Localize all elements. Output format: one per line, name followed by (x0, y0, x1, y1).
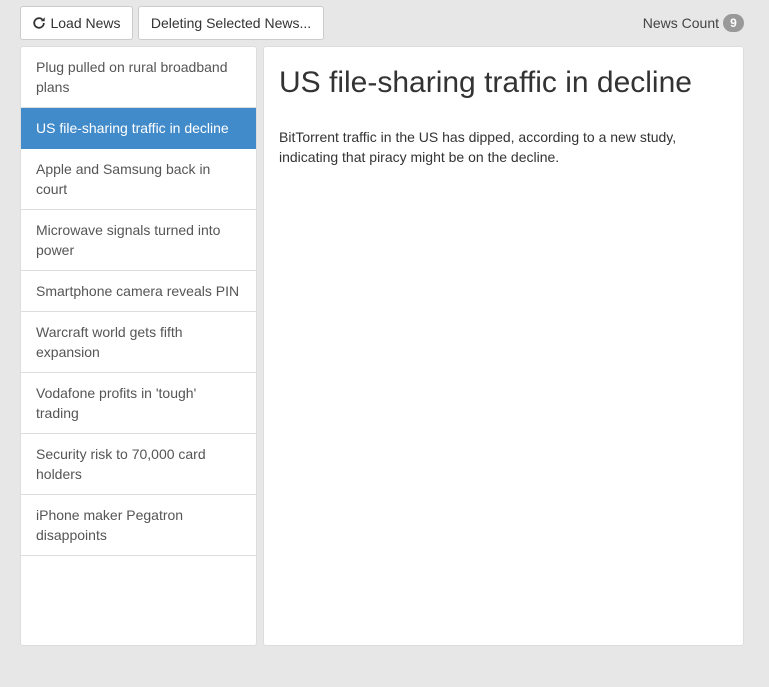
news-list: Plug pulled on rural broadband plans US … (20, 46, 257, 646)
load-news-label: Load News (50, 15, 121, 31)
news-count-label: News Count (642, 15, 719, 31)
news-count-badge: 9 (723, 14, 744, 32)
news-list-item-title: Warcraft world gets fifth expansion (36, 324, 183, 360)
toolbar: Load News Deleting Selected News... News… (20, 6, 744, 40)
news-list-item[interactable]: Vodafone profits in 'tough' trading (21, 373, 256, 434)
news-list-item-title: Smartphone camera reveals PIN (36, 283, 240, 299)
news-list-item[interactable]: Smartphone camera reveals PIN (21, 271, 256, 312)
news-list-item-title: Apple and Samsung back in court (36, 161, 211, 197)
news-list-item[interactable]: Apple and Samsung back in court (21, 149, 256, 210)
load-news-button[interactable]: Load News (20, 6, 133, 40)
refresh-icon (32, 16, 46, 30)
news-list-item[interactable]: Plug pulled on rural broadband plans (21, 47, 256, 108)
news-list-item-title: Plug pulled on rural broadband plans (36, 59, 228, 95)
delete-selected-news-button[interactable]: Deleting Selected News... (138, 6, 324, 40)
news-count: News Count 9 (643, 14, 744, 32)
news-list-item[interactable]: iPhone maker Pegatron disappoints (21, 495, 256, 556)
news-list-item-title: US file-sharing traffic in decline (36, 120, 229, 136)
news-list-item[interactable]: Microwave signals turned into power (21, 210, 256, 271)
news-list-item[interactable]: US file-sharing traffic in decline (21, 108, 256, 149)
news-detail: US file-sharing traffic in decline BitTo… (263, 46, 744, 646)
news-list-item[interactable]: Security risk to 70,000 card holders (21, 434, 256, 495)
news-list-item-title: Microwave signals turned into power (36, 222, 221, 258)
news-list-item-title: Vodafone profits in 'tough' trading (36, 385, 197, 421)
news-detail-body: BitTorrent traffic in the US has dipped,… (279, 129, 677, 165)
news-list-item[interactable]: Warcraft world gets fifth expansion (21, 312, 256, 373)
delete-selected-news-label: Deleting Selected News... (150, 15, 312, 31)
news-list-item-title: Security risk to 70,000 card holders (36, 446, 206, 482)
news-detail-title: US file-sharing traffic in decline (279, 66, 692, 99)
news-list-item-title: iPhone maker Pegatron disappoints (36, 507, 184, 543)
